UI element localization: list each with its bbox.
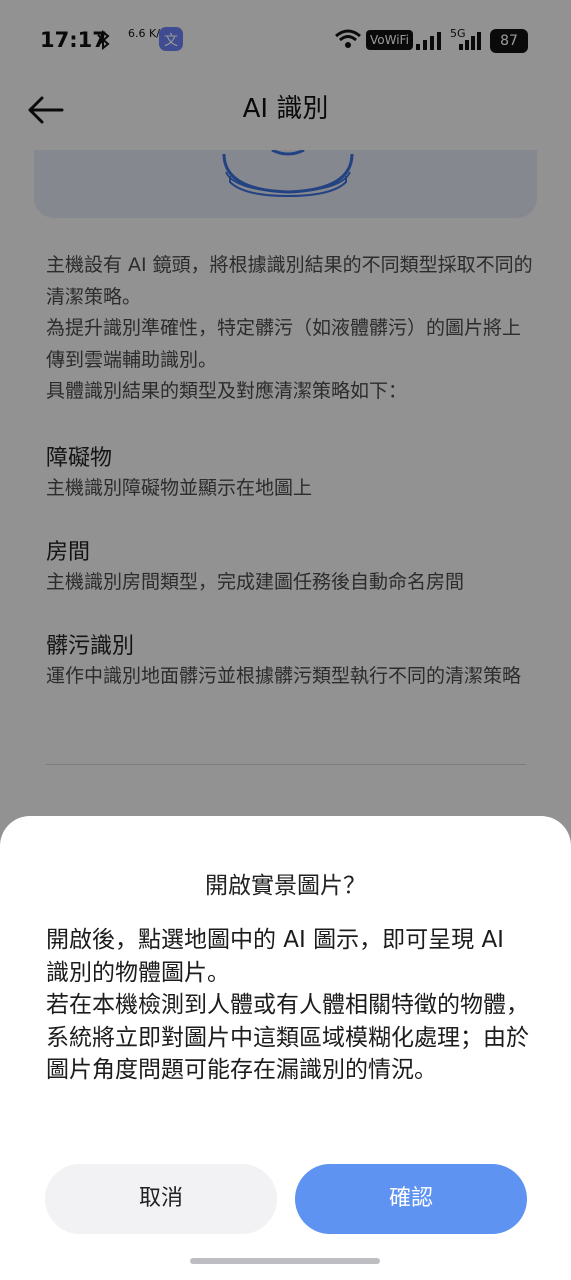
home-indicator[interactable] xyxy=(190,1258,380,1264)
dialog-body: 開啟後，點選地圖中的 AI 圖示，即可呈現 AI 識別的物體圖片。 若在本機檢測… xyxy=(46,924,530,1087)
confirm-button[interactable]: 確認 xyxy=(295,1164,527,1234)
cancel-button[interactable]: 取消 xyxy=(45,1164,277,1234)
dialog-title: 開啟實景圖片？ xyxy=(205,873,366,899)
dialog-paragraph: 開啟後，點選地圖中的 AI 圖示，即可呈現 AI 識別的物體圖片。 xyxy=(46,927,504,986)
dialog-paragraph: 若在本機檢測到人體或有人體相關特徵的物體，系統將立即對圖片中這類區域模糊化處理；… xyxy=(46,992,529,1084)
confirm-dialog: 開啟實景圖片？ 開啟後，點選地圖中的 AI 圖示，即可呈現 AI 識別的物體圖片… xyxy=(0,816,571,1280)
